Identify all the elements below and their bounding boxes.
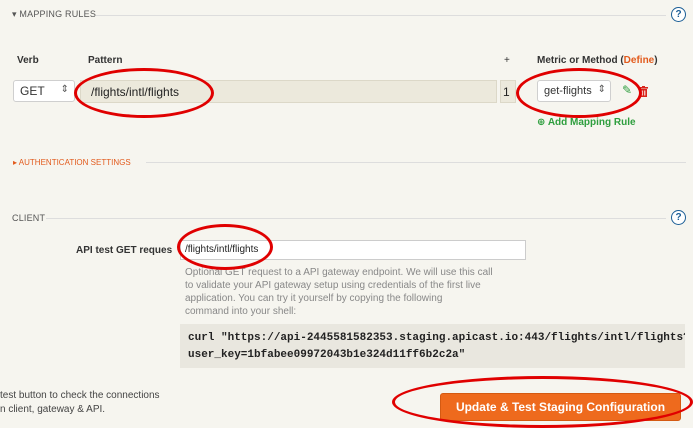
select-arrows-icon: ⇕	[60, 84, 69, 95]
annotation-circle	[177, 224, 273, 270]
define-link[interactable]: Define	[624, 55, 655, 66]
annotation-circle	[392, 376, 693, 428]
annotation-circle	[516, 68, 642, 118]
authentication-settings-toggle[interactable]: ▸ AUTHENTICATION SETTINGS	[13, 158, 131, 167]
add-mapping-rule-link[interactable]: ⊕ Add Mapping Rule	[537, 117, 636, 128]
annotation-circle	[74, 68, 214, 118]
api-test-description: Optional GET request to a API gateway en…	[185, 267, 493, 317]
section-divider	[146, 162, 686, 163]
help-icon[interactable]: ?	[671, 210, 686, 225]
help-icon[interactable]: ?	[671, 7, 686, 22]
mapping-rules-section-title[interactable]: ▾ MAPPING RULES	[12, 9, 96, 20]
verb-select[interactable]: GET ⇕	[13, 80, 75, 102]
plus-column-header: +	[504, 55, 510, 66]
delta-input[interactable]: 1	[500, 80, 516, 103]
client-section-title: CLIENT	[12, 213, 46, 223]
metric-column-header: Metric or Method (Define)	[537, 55, 658, 66]
footer-hint-text: test button to check the connections n c…	[0, 390, 160, 415]
curl-command-block[interactable]: curl "https://api-2445581582353.staging.…	[180, 324, 685, 368]
pattern-column-header: Pattern	[88, 55, 123, 66]
verb-column-header: Verb	[17, 55, 39, 66]
section-divider	[96, 15, 666, 16]
api-test-label: API test GET reques	[76, 245, 173, 256]
section-divider	[46, 218, 666, 219]
add-icon: ⊕	[537, 117, 546, 128]
